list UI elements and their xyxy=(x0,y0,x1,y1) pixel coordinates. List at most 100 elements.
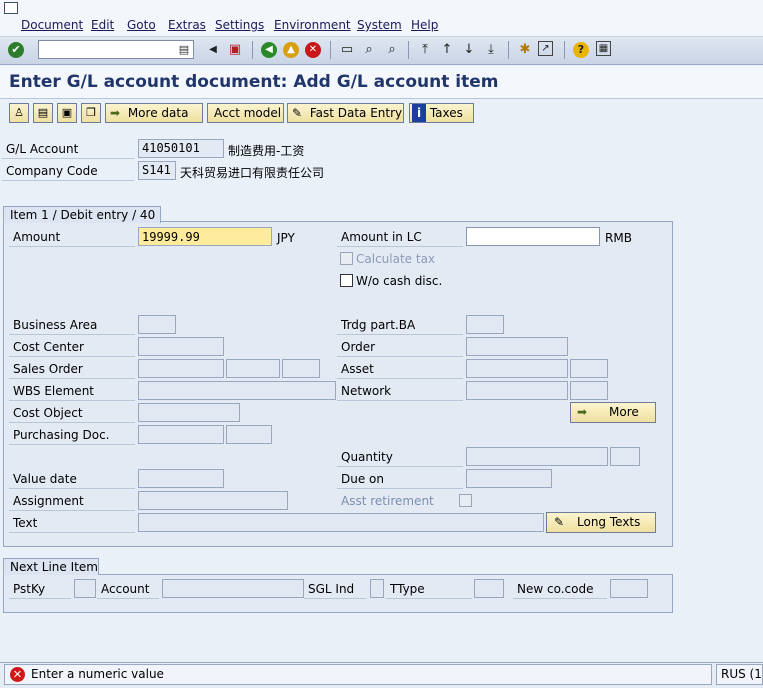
ttype-field[interactable] xyxy=(474,579,504,598)
amount-label: Amount xyxy=(9,227,135,247)
long-texts-icon: ✎ xyxy=(553,515,565,529)
fast-data-entry-button[interactable]: ✎ Fast Data Entry xyxy=(287,103,404,123)
person-icon[interactable]: ♙ xyxy=(9,103,29,123)
last-page-icon[interactable]: ⤓ xyxy=(482,41,500,59)
long-texts-button[interactable]: ✎ Long Texts xyxy=(546,512,656,533)
menu-goto[interactable]: Goto xyxy=(127,18,156,32)
layout-menu-icon[interactable]: ▦ xyxy=(596,41,611,56)
due-on-field[interactable] xyxy=(466,469,552,488)
menu-settings[interactable]: Settings xyxy=(215,18,264,32)
network-activity-field[interactable] xyxy=(570,381,608,400)
fast-entry-icon: ✎ xyxy=(291,106,303,120)
sales-order-field[interactable] xyxy=(138,359,224,378)
enter-icon[interactable]: ✔ xyxy=(8,42,24,58)
ttype-label: TType xyxy=(386,579,472,599)
company-code-label: Company Code xyxy=(2,161,134,181)
asset-field[interactable] xyxy=(466,359,568,378)
toolbar-separator xyxy=(330,41,331,59)
shortcut-icon[interactable]: ↗ xyxy=(538,41,553,56)
amount-in-lc-currency: RMB xyxy=(605,231,632,245)
print-icon[interactable]: ▭ xyxy=(338,41,356,59)
info-icon: i xyxy=(412,104,426,122)
document-overview-icon[interactable]: ▤ xyxy=(33,103,53,123)
menu-help[interactable]: Help xyxy=(411,18,438,32)
system-menu-icon[interactable] xyxy=(4,2,18,14)
gl-account-field: 41050101 xyxy=(138,139,224,158)
pstky-label: PstKy xyxy=(9,579,71,599)
asset-label: Asset xyxy=(337,359,463,379)
command-history-icon[interactable]: ▤ xyxy=(176,41,192,58)
new-co-code-field[interactable] xyxy=(610,579,648,598)
next-page-icon[interactable]: ↓ xyxy=(460,41,478,59)
pstky-field[interactable] xyxy=(74,579,96,598)
menu-document[interactable]: Document xyxy=(21,18,83,32)
park-document-icon[interactable]: ▣ xyxy=(57,103,77,123)
amount-in-lc-field[interactable] xyxy=(466,227,600,246)
calculate-tax-checkbox[interactable] xyxy=(340,252,353,265)
sales-order-item-field[interactable] xyxy=(226,359,280,378)
business-area-label: Business Area xyxy=(9,315,135,335)
value-date-label: Value date xyxy=(9,469,135,489)
create-session-icon[interactable]: ✱ xyxy=(516,41,534,59)
purchasing-doc-field[interactable] xyxy=(138,425,224,444)
more-data-label: More data xyxy=(127,106,189,120)
business-area-field[interactable] xyxy=(138,315,176,334)
cost-center-label: Cost Center xyxy=(9,337,135,357)
help-icon[interactable]: ? xyxy=(573,42,589,58)
account-label: Account xyxy=(97,579,159,599)
wo-cash-disc-checkbox[interactable] xyxy=(340,274,353,287)
command-collapse-icon[interactable]: ◀ xyxy=(204,41,222,59)
asst-retirement-checkbox[interactable] xyxy=(459,494,472,507)
text-field[interactable] xyxy=(138,513,544,532)
trdg-part-ba-field[interactable] xyxy=(466,315,504,334)
taxes-label: Taxes xyxy=(429,106,463,120)
cost-object-field[interactable] xyxy=(138,403,240,422)
sales-order-schedule-field[interactable] xyxy=(282,359,320,378)
assignment-field[interactable] xyxy=(138,491,288,510)
order-field[interactable] xyxy=(466,337,568,356)
more-label: More xyxy=(609,405,639,419)
purchasing-doc-item-field[interactable] xyxy=(226,425,272,444)
sgl-ind-field[interactable] xyxy=(370,579,384,598)
find-next-icon[interactable]: ⌕ xyxy=(383,41,401,59)
wbs-element-field[interactable] xyxy=(138,381,336,400)
asset-subnumber-field[interactable] xyxy=(570,359,608,378)
more-data-button[interactable]: ➡ More data xyxy=(105,103,203,123)
account-field[interactable] xyxy=(162,579,304,598)
back-icon[interactable]: ◀ xyxy=(261,42,277,58)
toolbar-separator xyxy=(252,41,253,59)
value-date-field[interactable] xyxy=(138,469,224,488)
save-icon[interactable]: ▣ xyxy=(226,41,244,59)
amount-field[interactable] xyxy=(138,227,272,246)
fast-data-entry-label: Fast Data Entry xyxy=(309,106,403,120)
menu-environment[interactable]: Environment xyxy=(274,18,351,32)
previous-page-icon[interactable]: ↑ xyxy=(438,41,456,59)
menu-system[interactable]: System xyxy=(357,18,402,32)
new-co-code-label: New co.code xyxy=(513,579,607,599)
cost-center-field[interactable] xyxy=(138,337,224,356)
page-title: Enter G/L account document: Add G/L acco… xyxy=(9,72,499,92)
command-field[interactable] xyxy=(38,40,194,59)
find-icon[interactable]: ⌕ xyxy=(360,41,378,59)
long-texts-label: Long Texts xyxy=(577,515,641,529)
next-line-item-title: Next Line Item xyxy=(3,558,99,575)
menu-edit[interactable]: Edit xyxy=(91,18,114,32)
menu-extras[interactable]: Extras xyxy=(168,18,206,32)
taxes-button[interactable]: i Taxes xyxy=(409,103,474,123)
network-field[interactable] xyxy=(466,381,568,400)
system-info[interactable]: RUS (1) xyxy=(716,664,763,685)
quantity-unit-field[interactable] xyxy=(610,447,640,466)
more-button[interactable]: ➡ More xyxy=(570,402,656,423)
asst-retirement-label: Asst retirement xyxy=(341,494,434,508)
cancel-icon[interactable]: ✕ xyxy=(305,42,321,58)
amount-currency: JPY xyxy=(277,231,295,245)
sgl-ind-label: SGL Ind xyxy=(304,579,366,599)
exit-icon[interactable]: ▲ xyxy=(283,42,299,58)
first-page-icon[interactable]: ⤒ xyxy=(416,41,434,59)
trdg-part-ba-label: Trdg part.BA xyxy=(337,315,463,335)
quantity-field[interactable] xyxy=(466,447,608,466)
copy-icon[interactable]: ❐ xyxy=(81,103,101,123)
due-on-label: Due on xyxy=(337,469,463,489)
acct-model-button[interactable]: Acct model xyxy=(207,103,284,123)
toolbar-separator xyxy=(564,41,565,59)
